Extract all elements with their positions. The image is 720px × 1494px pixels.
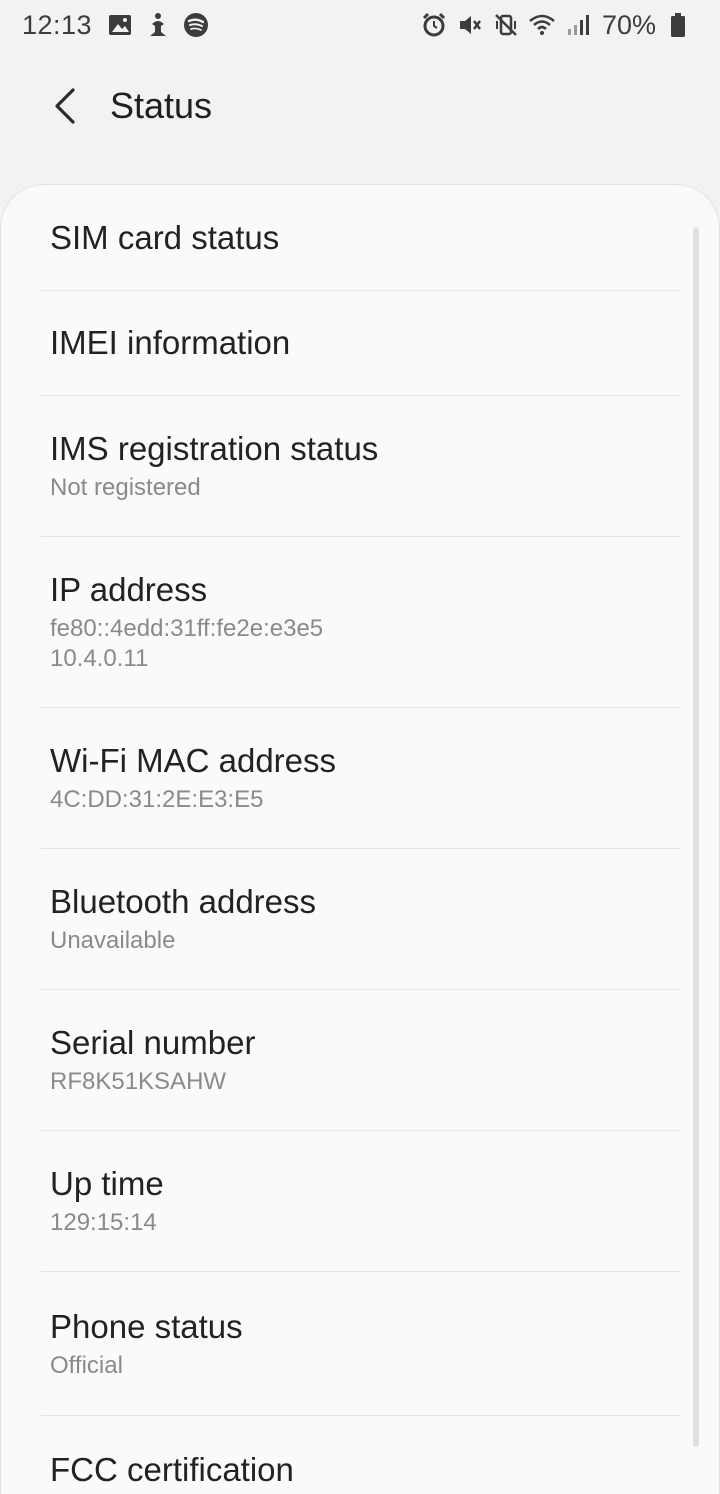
clock: 12:13 bbox=[22, 9, 93, 40]
list-item-imei-information[interactable]: IMEI information bbox=[41, 291, 681, 396]
status-list: SIM card status IMEI information IMS reg… bbox=[41, 185, 681, 1494]
alarm-icon bbox=[420, 11, 448, 39]
item-subtitle: RF8K51KSAHW bbox=[50, 1068, 227, 1095]
list-item-phone-status[interactable]: Phone status Official bbox=[41, 1272, 681, 1416]
item-title: FCC certification bbox=[50, 1451, 294, 1488]
item-title: Wi-Fi MAC address bbox=[50, 742, 337, 779]
item-title: IP address bbox=[50, 571, 208, 608]
item-title: Up time bbox=[50, 1165, 164, 1202]
list-item-ip-address[interactable]: IP address fe80::4edd:31ff:fe2e:e3e5 10.… bbox=[41, 537, 681, 708]
status-bar: 12:13 70% bbox=[0, 0, 720, 50]
list-item-up-time[interactable]: Up time 129:15:14 bbox=[41, 1131, 681, 1272]
item-subtitle: 129:15:14 bbox=[50, 1209, 157, 1236]
item-subtitle: Unavailable bbox=[50, 927, 176, 954]
item-subtitle: Official bbox=[50, 1351, 123, 1379]
status-list-card: SIM card status IMEI information IMS reg… bbox=[0, 184, 720, 1494]
list-item-serial-number[interactable]: Serial number RF8K51KSAHW bbox=[41, 990, 681, 1131]
list-item-bluetooth-address[interactable]: Bluetooth address Unavailable bbox=[41, 849, 681, 990]
item-subtitle-2: 10.4.0.11 bbox=[50, 645, 149, 672]
gallery-icon bbox=[106, 11, 134, 39]
list-item-fcc-certification[interactable]: FCC certification bbox=[41, 1416, 681, 1494]
battery-percent: 70% bbox=[601, 9, 656, 40]
mute-icon bbox=[456, 11, 484, 39]
back-button[interactable] bbox=[28, 70, 100, 142]
battery-icon bbox=[664, 11, 692, 39]
item-subtitle: fe80::4edd:31ff:fe2e:e3e5 bbox=[50, 615, 324, 642]
app-bar: Status bbox=[0, 60, 720, 152]
list-item-ims-registration-status[interactable]: IMS registration status Not registered bbox=[41, 396, 681, 537]
item-title: SIM card status bbox=[50, 218, 280, 256]
scrollbar[interactable] bbox=[693, 227, 699, 1447]
accessibility-icon bbox=[144, 11, 172, 39]
item-title: IMS registration status bbox=[50, 430, 379, 467]
status-bar-left: 12:13 bbox=[22, 10, 220, 41]
item-title: Phone status bbox=[50, 1307, 243, 1345]
item-subtitle: Not registered bbox=[50, 474, 201, 501]
item-title: Serial number bbox=[50, 1024, 256, 1061]
item-subtitle: 4C:DD:31:2E:E3:E5 bbox=[50, 786, 264, 813]
item-title: IMEI information bbox=[50, 324, 291, 361]
list-item-wifi-mac-address[interactable]: Wi-Fi MAC address 4C:DD:31:2E:E3:E5 bbox=[41, 708, 681, 849]
chevron-left-icon bbox=[55, 88, 75, 124]
wifi-icon bbox=[528, 11, 556, 39]
signal-icon bbox=[564, 11, 592, 39]
page-title: Status bbox=[110, 85, 213, 126]
item-title: Bluetooth address bbox=[50, 883, 317, 920]
status-bar-right: 70% bbox=[418, 10, 698, 41]
spotify-icon bbox=[182, 11, 210, 39]
list-item-sim-card-status[interactable]: SIM card status bbox=[41, 185, 681, 291]
vibrate-icon bbox=[492, 11, 520, 39]
